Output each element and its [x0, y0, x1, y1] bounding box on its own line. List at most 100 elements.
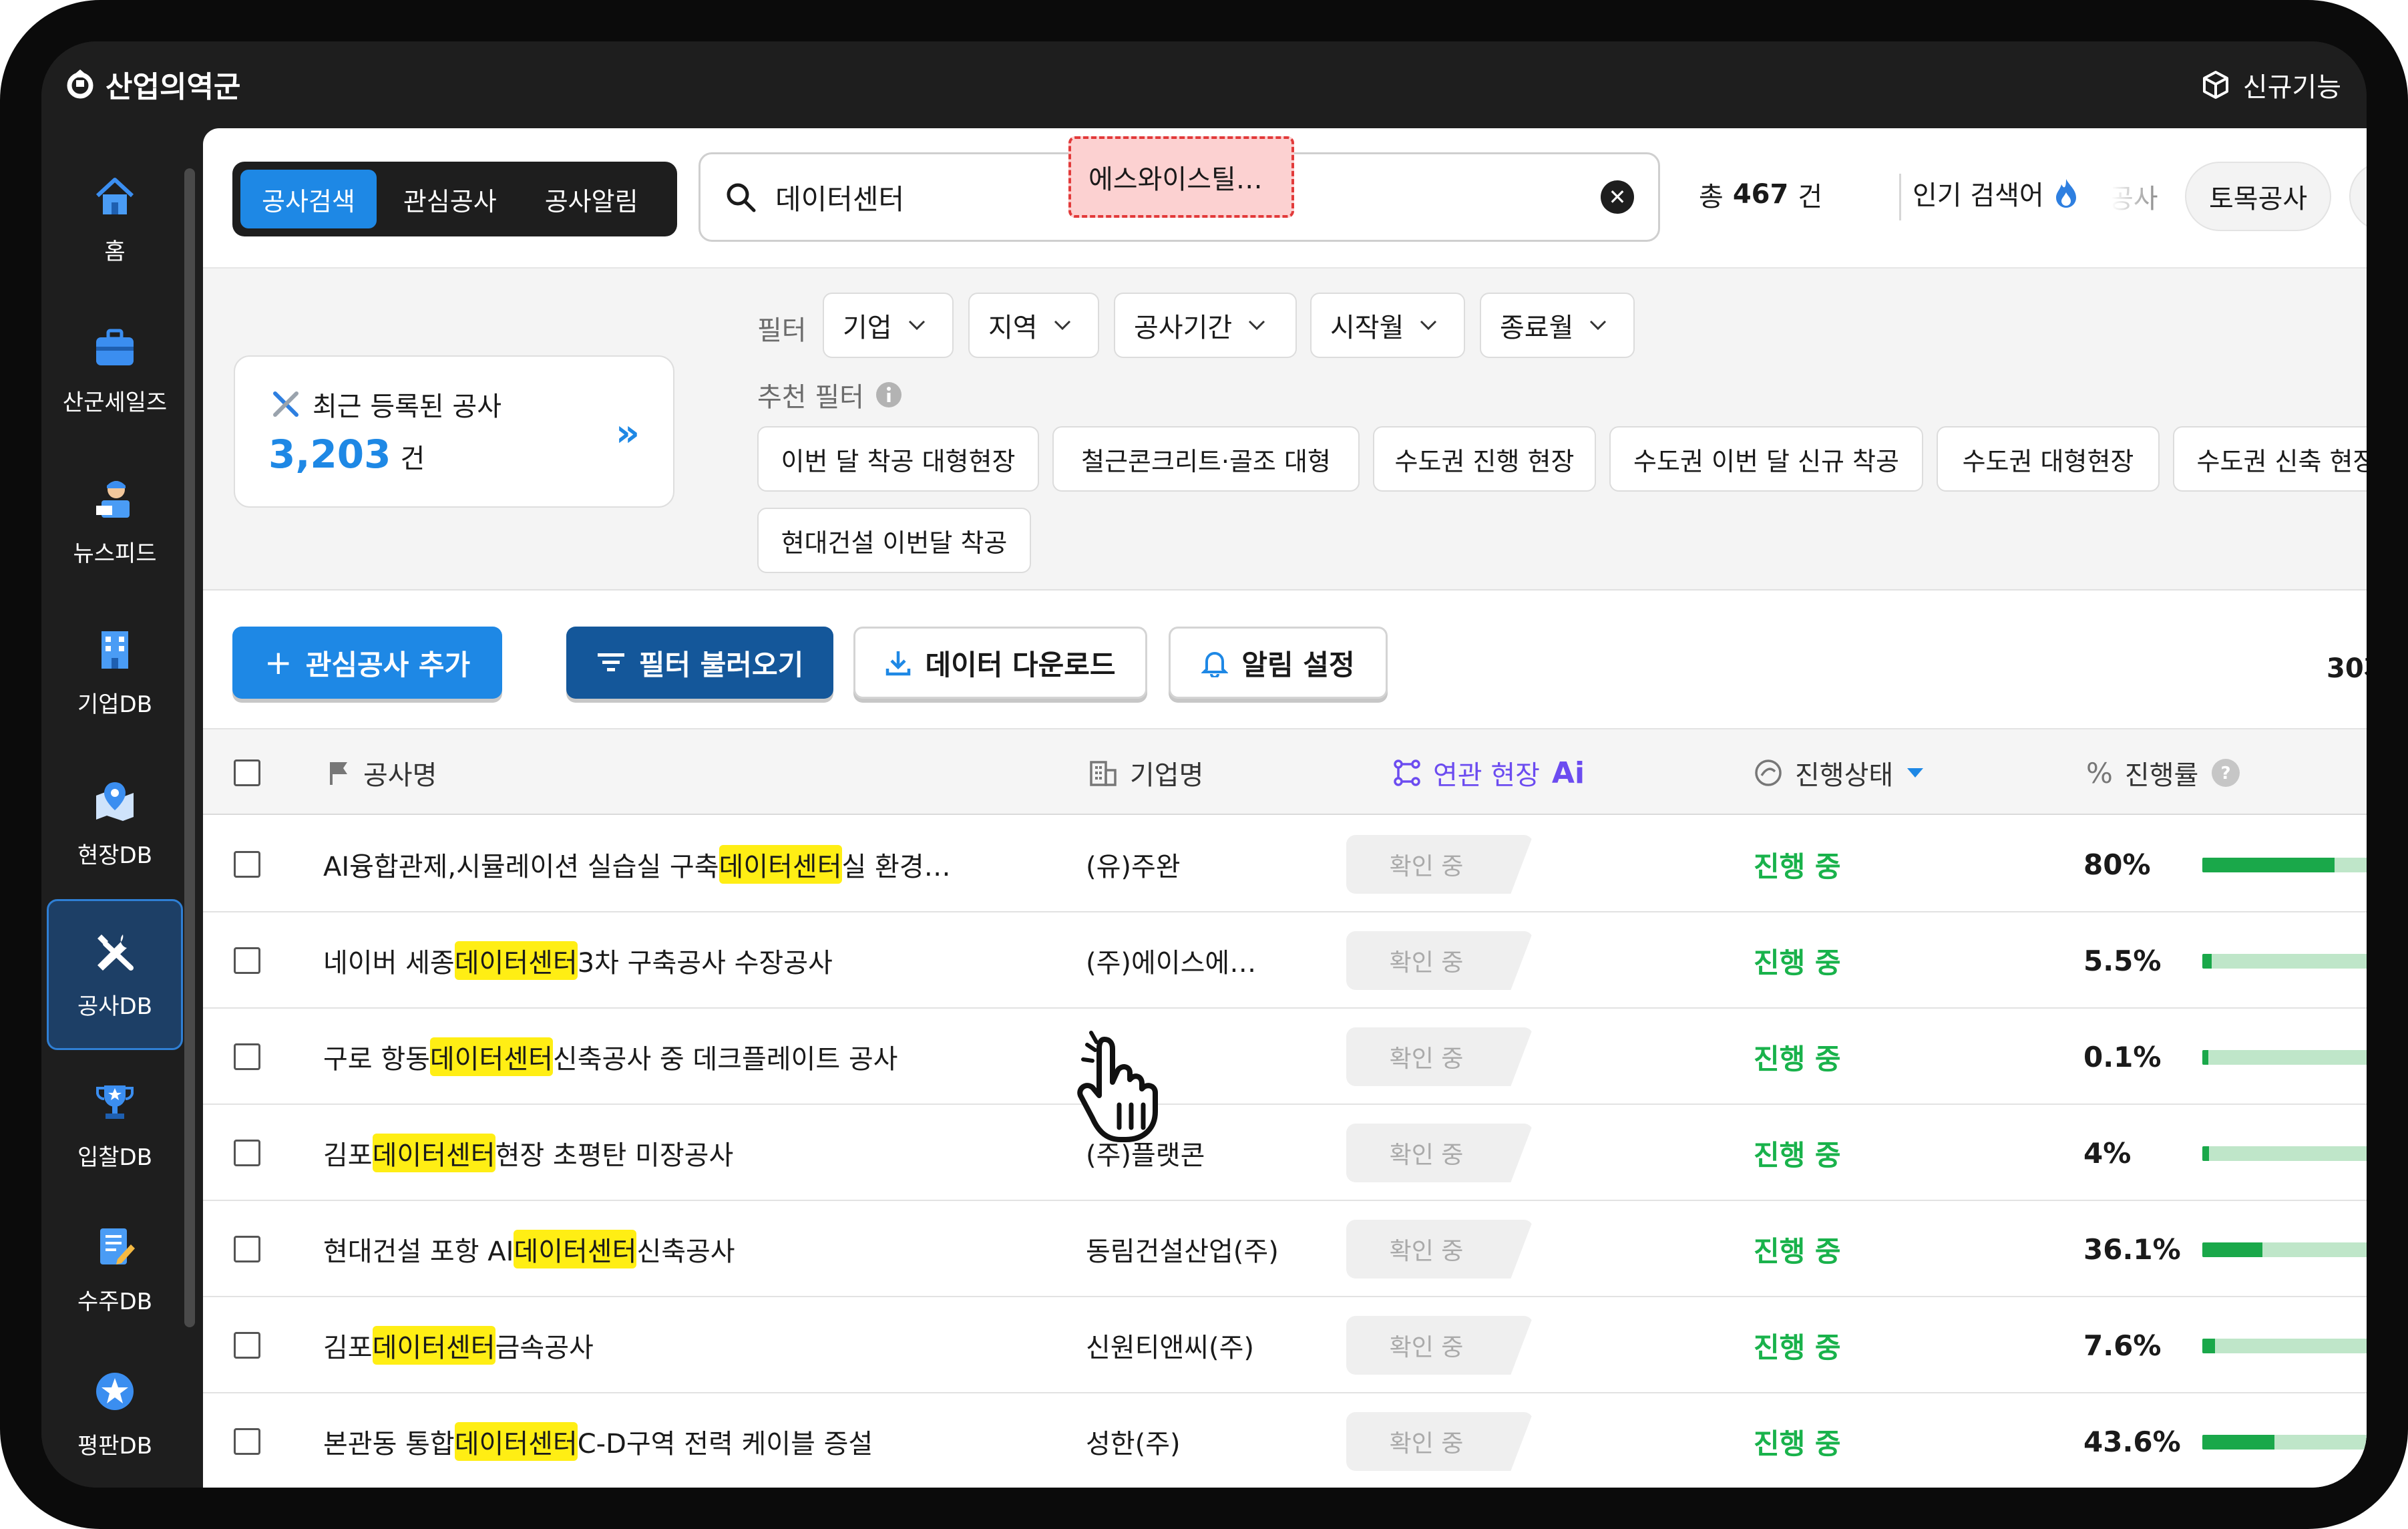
popular-chips: 공사 토목공사 ㄹ — [2112, 162, 2367, 231]
row-checkbox[interactable] — [234, 1043, 260, 1070]
clear-icon[interactable]: ✕ — [1601, 180, 1634, 214]
package-icon — [2202, 71, 2228, 99]
header-company[interactable]: 기업명 — [1088, 729, 1203, 816]
table-row[interactable]: 김포 데이터센터 금속공사 신원티앤씨(주) 확인 중 진행 중 7.6% — [203, 1297, 2367, 1393]
related-site-status[interactable]: 확인 중 — [1346, 1124, 1533, 1182]
help-icon[interactable]: ? — [2210, 757, 2241, 788]
progress-bar — [2202, 1339, 2367, 1353]
filter-start-month-dropdown[interactable]: 시작월 — [1310, 293, 1465, 358]
table-row[interactable]: 본관동 통합 데이터센터 C-D구역 전력 케이블 증설 성한(주) 확인 중 진행 중 4… — [203, 1393, 2367, 1488]
table-row[interactable]: AI융합관제,시뮬레이션 실습실 구축 데이터센터 실 환경… (유)주완 확인 중 진행… — [203, 816, 2367, 912]
sidebar-item-site-db[interactable]: 현장DB — [47, 748, 183, 899]
alert-settings-button[interactable]: 알림 설정 — [1169, 627, 1388, 699]
tab-construction-alerts[interactable]: 공사알림 — [524, 170, 660, 228]
tab-interest-construction[interactable]: 관심공사 — [382, 170, 518, 228]
header-progress[interactable]: % 진행률 ? — [2086, 729, 2241, 816]
construction-name[interactable]: 네이버 세종 데이터센터 3차 구축공사 수장공사 — [323, 912, 833, 1009]
load-filter-button[interactable]: 필터 불러오기 — [566, 627, 833, 699]
row-checkbox[interactable] — [234, 1236, 260, 1262]
add-interest-button[interactable]: + 관심공사 추가 — [232, 627, 502, 699]
tab-construction-search[interactable]: 공사검색 — [240, 170, 377, 228]
sidebar-scrollbar[interactable] — [184, 168, 195, 1327]
company-name[interactable]: (유)주완 — [1086, 816, 1181, 912]
table-row[interactable]: 김포 데이터센터 현장 초평탄 미장공사 (주)플랫콘 확인 중 진행 중 4% — [203, 1105, 2367, 1201]
filter-region-dropdown[interactable]: 지역 — [968, 293, 1099, 358]
progress-bar — [2202, 858, 2367, 872]
info-icon[interactable] — [875, 381, 903, 409]
row-checkbox[interactable] — [234, 1428, 260, 1455]
sidebar-item-newsfeed[interactable]: 뉴스피드 — [47, 446, 183, 597]
construction-name[interactable]: AI융합관제,시뮬레이션 실습실 구축 데이터센터 실 환경… — [323, 816, 951, 912]
row-checkbox[interactable] — [234, 1140, 260, 1166]
status-text: 진행 중 — [1754, 850, 1841, 883]
row-checkbox[interactable] — [234, 851, 260, 878]
related-site-status[interactable]: 확인 중 — [1346, 1316, 1533, 1375]
construction-name[interactable]: 김포 데이터센터 현장 초평탄 미장공사 — [323, 1105, 733, 1201]
company-name[interactable]: (주)에이스에… — [1086, 912, 1256, 1009]
company-cell-highlighted[interactable]: 에스와이스틸… — [1068, 136, 1294, 218]
recent-title: 최근 등록된 공사 — [271, 385, 501, 423]
table-row[interactable]: 구로 항동 데이터센터 신축공사 중 데크플레이트 공사 확인 중 진행 중 0.1% — [203, 1009, 2367, 1105]
row-checkbox[interactable] — [234, 1332, 260, 1359]
status-text: 진행 중 — [1754, 1331, 1841, 1364]
table-row[interactable]: 현대건설 포항 AI 데이터센터 신축공사 동림건설산업(주) 확인 중 진행 중 36.… — [203, 1201, 2367, 1297]
search-highlight: 데이터센터 — [454, 941, 578, 980]
search-highlight: 데이터센터 — [429, 1037, 553, 1076]
filter-company-dropdown[interactable]: 기업 — [823, 293, 954, 358]
company-name[interactable]: 성한(주) — [1086, 1393, 1181, 1488]
sidebar-item-construction-db[interactable]: 공사DB — [47, 899, 183, 1050]
popular-chip[interactable]: 토목공사 — [2185, 162, 2332, 231]
filter-period-dropdown[interactable]: 공사기간 — [1114, 293, 1297, 358]
recent-construction-card[interactable]: 최근 등록된 공사 3,203 건 » — [234, 355, 674, 508]
popular-chip[interactable]: ㄹ — [2349, 162, 2367, 231]
tools-icon — [97, 934, 134, 971]
recommended-filter-chip[interactable]: 이번 달 착공 대형현장 — [757, 426, 1039, 492]
briefcase-icon — [96, 329, 134, 365]
checkbox[interactable] — [234, 759, 260, 786]
recommended-filter-chip[interactable]: 수도권 이번 달 신규 착공 — [1609, 426, 1923, 492]
construction-name[interactable]: 구로 항동 데이터센터 신축공사 중 데크플레이트 공사 — [323, 1009, 897, 1105]
header-name[interactable]: 공사명 — [327, 729, 437, 816]
related-site-status[interactable]: 확인 중 — [1346, 835, 1533, 894]
recommended-label-text: 추천 필터 — [757, 382, 864, 413]
name-prefix: 본관동 통합 — [323, 1429, 455, 1460]
construction-name[interactable]: 김포 데이터센터 금속공사 — [323, 1297, 594, 1393]
top-bar: 산업의역군 신규기능 — [41, 41, 2367, 128]
header-related-site[interactable]: 연관 현장 Ai — [1393, 729, 1585, 816]
related-site-status[interactable]: 확인 중 — [1346, 931, 1533, 990]
chevron-down-icon — [1249, 320, 1265, 331]
sidebar-item-bid-db[interactable]: 입찰DB — [47, 1050, 183, 1201]
chevron-double-right-icon[interactable]: » — [616, 411, 640, 455]
related-site-status[interactable]: 확인 중 — [1346, 1220, 1533, 1279]
download-data-label: 데이터 다운로드 — [925, 648, 1116, 681]
sidebar-item-home[interactable]: 홈 — [47, 144, 183, 295]
recommended-filter-chip[interactable]: 수도권 진행 현장 — [1373, 426, 1596, 492]
header-status[interactable]: 진행상태 — [1754, 729, 1925, 816]
new-features-button[interactable]: 신규기능 — [2200, 61, 2341, 108]
construction-name[interactable]: 현대건설 포항 AI 데이터센터 신축공사 — [323, 1201, 735, 1297]
app-logo[interactable]: 산업의역군 — [61, 60, 240, 108]
recommended-filter-chip[interactable]: 철근콘크리트·골조 대형 — [1052, 426, 1360, 492]
related-site-status[interactable]: 확인 중 — [1346, 1412, 1533, 1471]
recommended-filter-chip[interactable]: 현대건설 이번달 착공 — [757, 508, 1031, 573]
company-name[interactable]: 신원티앤씨(주) — [1086, 1297, 1254, 1393]
progress-bar — [2202, 954, 2367, 969]
company-name[interactable]: 동림건설산업(주) — [1086, 1201, 1279, 1297]
page-size-select[interactable]: 30개 — [2327, 647, 2367, 685]
download-data-button[interactable]: 데이터 다운로드 — [853, 627, 1147, 699]
progress-percent: 36.1% — [2083, 1232, 2181, 1266]
select-all-checkbox[interactable] — [234, 729, 260, 816]
recommended-filter-chip[interactable]: 수도권 신축 현장 — [2173, 426, 2367, 492]
sidebar-item-company-db[interactable]: 기업DB — [47, 597, 183, 748]
table-row[interactable]: 네이버 세종 데이터센터 3차 구축공사 수장공사 (주)에이스에… 확인 중 진행 중… — [203, 912, 2367, 1009]
construction-name[interactable]: 본관동 통합 데이터센터 C-D구역 전력 케이블 증설 — [323, 1393, 873, 1488]
recommended-filter-chip[interactable]: 수도권 대형현장 — [1937, 426, 2160, 492]
row-checkbox[interactable] — [234, 947, 260, 974]
sidebar-item-order-db[interactable]: 수주DB — [47, 1194, 183, 1345]
action-bar: + 관심공사 추가 필터 불러오기 데이터 다운로드 알림 설정 30 — [203, 590, 2367, 728]
caret-down-icon[interactable] — [1905, 766, 1925, 780]
related-site-status[interactable]: 확인 중 — [1346, 1027, 1533, 1086]
sidebar-item-reputation-db[interactable]: 평판DB — [47, 1339, 183, 1488]
filter-end-month-dropdown[interactable]: 종료월 — [1480, 293, 1635, 358]
sidebar-item-sales[interactable]: 산군세일즈 — [47, 295, 183, 446]
